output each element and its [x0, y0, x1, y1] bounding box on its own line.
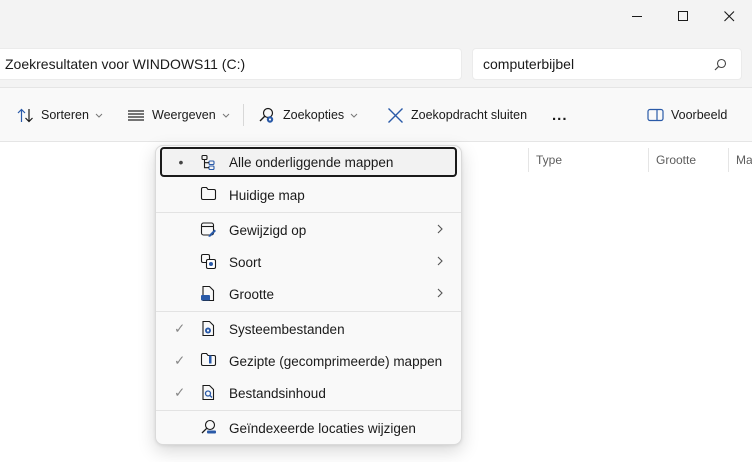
more-options-button[interactable]: ...: [552, 102, 568, 128]
sort-button[interactable]: Sorteren: [17, 102, 103, 128]
system-file-icon: [202, 320, 215, 337]
calendar-edit-icon: [200, 222, 216, 237]
menu-item-kind[interactable]: Soort: [160, 247, 457, 277]
minimize-button[interactable]: [614, 0, 660, 32]
preview-label: Voorbeeld: [671, 108, 728, 122]
preview-button[interactable]: Voorbeeld: [647, 102, 727, 128]
column-header-modified[interactable]: Ma: [728, 148, 752, 172]
chevron-right-icon: [437, 224, 443, 234]
menu-item-current-folder[interactable]: Huidige map: [160, 180, 457, 210]
menu-item-change-indexed-locations[interactable]: Geïndexeerde locaties wijzigen: [160, 413, 457, 443]
chevron-down-icon: [350, 113, 358, 118]
subfolders-icon: [201, 154, 215, 171]
close-icon: [723, 10, 734, 21]
search-options-icon: [259, 107, 274, 123]
view-button[interactable]: Weergeven: [127, 102, 230, 128]
menu-item-modified-date[interactable]: Gewijzigd op: [160, 215, 457, 245]
checkmark-icon: ✓: [174, 385, 186, 400]
search-icon[interactable]: [714, 58, 727, 71]
menu-item-label: Alle onderliggende mappen: [229, 154, 394, 170]
menu-item-label: Huidige map: [229, 187, 305, 203]
minimize-icon: [631, 15, 642, 17]
checkmark-icon: ✓: [174, 353, 186, 368]
menu-item-size[interactable]: Grootte: [160, 279, 457, 309]
close-search-button[interactable]: Zoekopdracht sluiten: [387, 102, 527, 128]
menu-divider: [156, 311, 461, 312]
chevron-right-icon: [437, 288, 443, 298]
menu-item-zipped-folders[interactable]: ✓ Gezipte (gecomprimeerde) mappen: [160, 346, 457, 376]
menu-item-label: Bestandsinhoud: [229, 385, 326, 401]
zip-folder-icon: [200, 352, 217, 367]
sort-label: Sorteren: [41, 108, 89, 122]
close-search-label: Zoekopdracht sluiten: [411, 108, 528, 122]
chevron-down-icon: [95, 113, 103, 118]
search-options-label: Zoekopties: [283, 108, 345, 122]
maximize-icon: [677, 10, 688, 21]
view-list-icon: [128, 109, 144, 121]
menu-item-all-subfolders[interactable]: • Alle onderliggende mappen: [160, 147, 457, 177]
search-options-menu: • Alle onderliggende mappen Huidige map: [155, 145, 462, 445]
address-bar[interactable]: Zoekresultaten voor WINDOWS11 (C:): [0, 48, 462, 80]
file-explorer-window: Zoekresultaten voor WINDOWS11 (C:) compu…: [0, 0, 752, 462]
menu-item-label: Gezipte (gecomprimeerde) mappen: [229, 353, 443, 369]
sort-icon: [17, 108, 33, 122]
folder-icon: [200, 186, 217, 201]
selected-bullet-icon: •: [178, 154, 184, 170]
more-icon: ...: [552, 106, 568, 124]
chevron-down-icon: [222, 113, 230, 118]
preview-pane-icon: [647, 108, 664, 122]
column-header-type[interactable]: Type: [528, 148, 648, 172]
index-search-icon: [201, 419, 216, 434]
close-icon: [388, 107, 403, 123]
search-input[interactable]: computerbijbel: [472, 48, 742, 80]
menu-item-label: Gewijzigd op: [229, 222, 307, 238]
column-header-size[interactable]: Grootte: [648, 148, 728, 172]
menu-item-label: Geïndexeerde locaties wijzigen: [229, 420, 416, 436]
address-row: Zoekresultaten voor WINDOWS11 (C:) compu…: [0, 40, 752, 88]
command-bar: Sorteren Weergeven Zoekopties Zoekopdrac…: [0, 88, 752, 142]
shapes-icon: [200, 253, 217, 270]
file-search-icon: [202, 384, 215, 401]
checkmark-icon: ✓: [174, 321, 186, 336]
menu-divider: [156, 410, 461, 411]
address-text: Zoekresultaten voor WINDOWS11 (C:): [5, 56, 246, 72]
close-window-button[interactable]: [706, 0, 752, 32]
menu-divider: [156, 212, 461, 213]
menu-item-system-files[interactable]: ✓ Systeembestanden: [160, 314, 457, 344]
menu-item-file-contents[interactable]: ✓ Bestandsinhoud: [160, 378, 457, 408]
view-label: Weergeven: [152, 108, 216, 122]
toolbar-divider: [243, 104, 244, 126]
search-value: computerbijbel: [483, 56, 575, 72]
maximize-button[interactable]: [660, 0, 706, 32]
chevron-right-icon: [437, 256, 443, 266]
menu-item-label: Systeembestanden: [229, 321, 345, 337]
menu-item-label: Soort: [229, 254, 262, 270]
title-bar: [0, 0, 752, 40]
menu-item-label: Grootte: [229, 286, 275, 302]
search-options-button[interactable]: Zoekopties: [258, 102, 358, 128]
file-size-icon: [201, 285, 215, 302]
